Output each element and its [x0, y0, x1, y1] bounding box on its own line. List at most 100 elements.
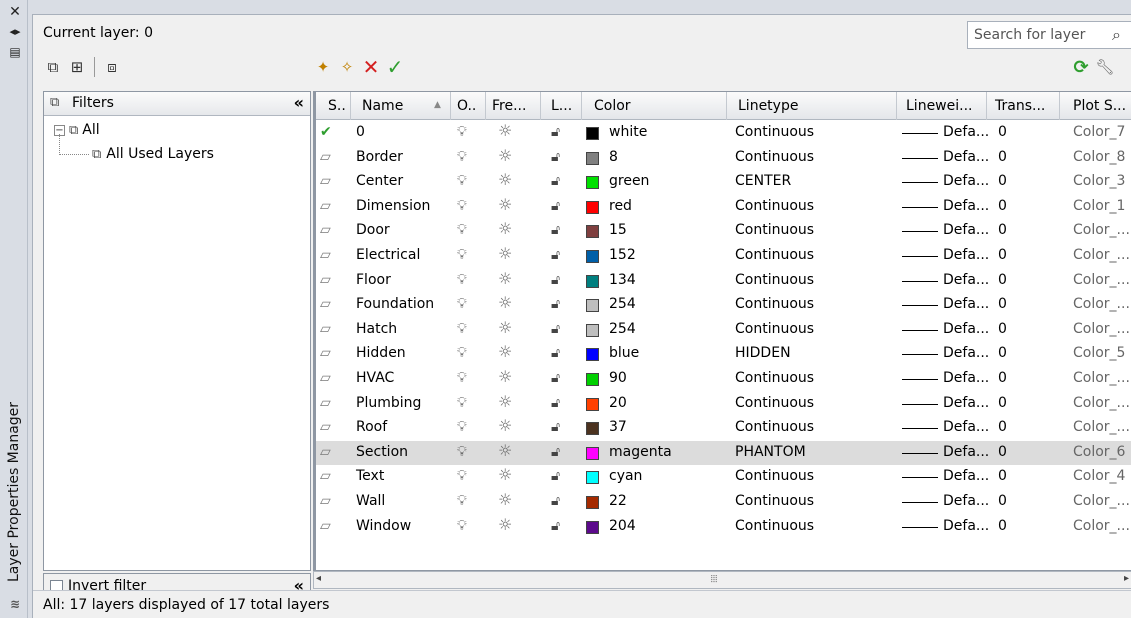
- layer-color[interactable]: 152: [609, 247, 636, 263]
- scroll-thumb[interactable]: ⦙⦙⦙: [324, 574, 1104, 586]
- layer-linetype[interactable]: Continuous: [735, 370, 814, 386]
- layer-color[interactable]: red: [609, 198, 632, 214]
- unlock-icon[interactable]: 🔓︎: [551, 468, 560, 484]
- new-layer-icon[interactable]: ✦: [311, 55, 335, 79]
- layer-row[interactable]: ▱ Electrical 💡︎ ☼ 🔓︎ 152 Continuous Defa... 0 Col…: [316, 244, 1131, 269]
- properties-menu-icon[interactable]: ▤: [7, 44, 23, 60]
- layer-linetype[interactable]: Continuous: [735, 149, 814, 165]
- sun-icon[interactable]: ☼: [498, 441, 512, 460]
- layer-name[interactable]: Center: [356, 173, 403, 189]
- column-color[interactable]: Color: [594, 98, 631, 114]
- column-divider[interactable]: [726, 92, 727, 120]
- unlock-icon[interactable]: 🔓︎: [551, 518, 560, 534]
- lightbulb-icon[interactable]: 💡︎: [457, 247, 467, 263]
- column-plot-style[interactable]: Plot S...: [1073, 98, 1126, 114]
- layer-lineweight[interactable]: Defa...: [943, 370, 989, 386]
- layer-lineweight[interactable]: Defa...: [943, 518, 989, 534]
- sun-icon[interactable]: ☼: [498, 269, 512, 288]
- scroll-right-icon[interactable]: ▸: [1124, 573, 1129, 584]
- color-swatch[interactable]: [586, 495, 599, 509]
- color-swatch[interactable]: [586, 446, 599, 460]
- layer-lineweight[interactable]: Defa...: [943, 272, 989, 288]
- layer-lineweight[interactable]: Defa...: [943, 173, 989, 189]
- layer-status-icon[interactable]: ▱: [320, 493, 338, 509]
- layer-linetype[interactable]: Continuous: [735, 493, 814, 509]
- layer-transparency[interactable]: 0: [998, 370, 1007, 386]
- layer-lineweight[interactable]: Defa...: [943, 296, 989, 312]
- layer-plot-style[interactable]: Color_5: [1073, 345, 1125, 361]
- layer-status-icon[interactable]: ▱: [320, 272, 338, 288]
- unlock-icon[interactable]: 🔓︎: [551, 296, 560, 312]
- layer-color[interactable]: 134: [609, 272, 636, 288]
- layer-plot-style[interactable]: Color_4: [1073, 468, 1125, 484]
- column-divider[interactable]: [485, 92, 486, 120]
- layer-row[interactable]: ▱ Center 💡︎ ☼ 🔓︎ green CENTER Defa... 0 Color_3: [316, 170, 1131, 195]
- column-divider[interactable]: [1059, 92, 1060, 120]
- layer-color[interactable]: 22: [609, 493, 627, 509]
- layer-plot-style[interactable]: Color_...: [1073, 518, 1130, 534]
- unlock-icon[interactable]: 🔓︎: [551, 493, 560, 509]
- layer-linetype[interactable]: Continuous: [735, 296, 814, 312]
- unlock-icon[interactable]: 🔓︎: [551, 321, 560, 337]
- lightbulb-icon[interactable]: 💡︎: [457, 272, 467, 288]
- sun-icon[interactable]: ☼: [498, 392, 512, 411]
- sun-icon[interactable]: ☼: [498, 195, 512, 214]
- layer-status-icon[interactable]: ▱: [320, 321, 338, 337]
- sun-icon[interactable]: ☼: [498, 515, 512, 534]
- lightbulb-icon[interactable]: 💡︎: [457, 149, 467, 165]
- layer-lineweight[interactable]: Defa...: [943, 444, 989, 460]
- layer-name[interactable]: 0: [356, 124, 365, 140]
- layer-plot-style[interactable]: Color_...: [1073, 272, 1130, 288]
- layer-row[interactable]: ▱ HVAC 💡︎ ☼ 🔓︎ 90 Continuous Defa... 0 Color_...: [316, 367, 1131, 392]
- lightbulb-icon[interactable]: 💡︎: [457, 518, 467, 534]
- layer-lineweight[interactable]: Defa...: [943, 419, 989, 435]
- layer-status-icon[interactable]: ▱: [320, 173, 338, 189]
- search-icon[interactable]: ⌕: [1112, 25, 1121, 45]
- layer-status-icon[interactable]: ▱: [320, 468, 338, 484]
- column-transparency[interactable]: Trans...: [995, 98, 1045, 114]
- sun-icon[interactable]: ☼: [498, 465, 512, 484]
- horizontal-scrollbar[interactable]: ◂ ⦙⦙⦙ ▸: [313, 571, 1131, 589]
- lightbulb-icon[interactable]: 💡︎: [457, 444, 467, 460]
- column-freeze[interactable]: Fre...: [492, 98, 526, 114]
- layer-row[interactable]: ▱ Plumbing 💡︎ ☼ 🔓︎ 20 Continuous Defa... 0 Color_…: [316, 392, 1131, 417]
- unlock-icon[interactable]: 🔓︎: [551, 247, 560, 263]
- layer-plot-style[interactable]: Color_7: [1073, 124, 1125, 140]
- lightbulb-icon[interactable]: 💡︎: [457, 296, 467, 312]
- auto-hide-icon[interactable]: ◂▸: [7, 24, 23, 40]
- layer-name[interactable]: Roof: [356, 419, 387, 435]
- layer-color[interactable]: 15: [609, 222, 627, 238]
- layer-status-icon[interactable]: ▱: [320, 370, 338, 386]
- layer-name[interactable]: Plumbing: [356, 395, 421, 411]
- unlock-icon[interactable]: 🔓︎: [551, 395, 560, 411]
- layer-row[interactable]: ▱ Dimension 💡︎ ☼ 🔓︎ red Continuous Defa... 0 Colo…: [316, 195, 1131, 220]
- layer-plot-style[interactable]: Color_1: [1073, 198, 1125, 214]
- color-swatch[interactable]: [586, 176, 599, 190]
- layer-linetype[interactable]: Continuous: [735, 272, 814, 288]
- layer-color[interactable]: cyan: [609, 468, 642, 484]
- layer-linetype[interactable]: CENTER: [735, 173, 791, 189]
- color-swatch[interactable]: [586, 299, 599, 313]
- layer-plot-style[interactable]: Color_6: [1073, 444, 1125, 460]
- layer-plot-style[interactable]: Color_...: [1073, 296, 1130, 312]
- sun-icon[interactable]: ☼: [498, 342, 512, 361]
- new-property-filter-icon[interactable]: ⧉: [41, 55, 65, 79]
- layer-color[interactable]: green: [609, 173, 649, 189]
- layer-status-icon[interactable]: ▱: [320, 345, 338, 361]
- layer-linetype[interactable]: Continuous: [735, 222, 814, 238]
- settings-wrench-icon[interactable]: 🔧︎: [1093, 55, 1117, 79]
- layer-linetype[interactable]: Continuous: [735, 124, 814, 140]
- layer-plot-style[interactable]: Color_...: [1073, 321, 1130, 337]
- layer-transparency[interactable]: 0: [998, 247, 1007, 263]
- layer-color[interactable]: 254: [609, 296, 636, 312]
- unlock-icon[interactable]: 🔓︎: [551, 222, 560, 238]
- layer-row[interactable]: ▱ Hatch 💡︎ ☼ 🔓︎ 254 Continuous Defa... 0 Color_..…: [316, 318, 1131, 343]
- sun-icon[interactable]: ☼: [498, 490, 512, 509]
- new-group-filter-icon[interactable]: ⊞: [65, 55, 89, 79]
- lightbulb-icon[interactable]: 💡︎: [457, 173, 467, 189]
- lightbulb-icon[interactable]: 💡︎: [457, 395, 467, 411]
- layer-row[interactable]: ▱ Text 💡︎ ☼ 🔓︎ cyan Continuous Defa... 0 Color_4: [316, 465, 1131, 490]
- close-icon[interactable]: ✕: [7, 4, 23, 20]
- layer-row[interactable]: ▱ Wall 💡︎ ☼ 🔓︎ 22 Continuous Defa... 0 Color_...: [316, 490, 1131, 515]
- layer-transparency[interactable]: 0: [998, 198, 1007, 214]
